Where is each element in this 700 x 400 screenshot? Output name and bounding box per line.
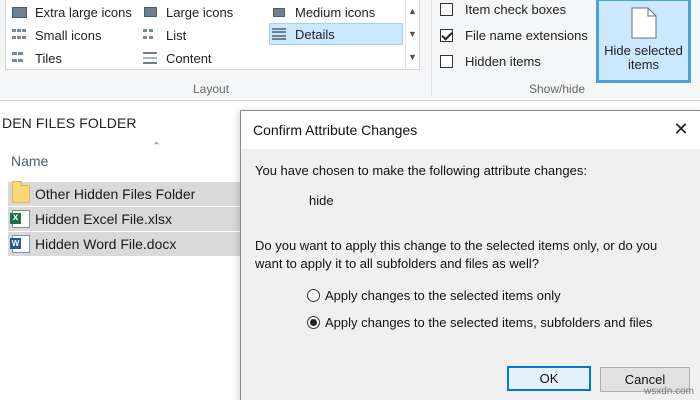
dialog-title: Confirm Attribute Changes [253,122,418,138]
name-column-header[interactable]: Name [11,153,48,169]
file-name: Hidden Excel File.xlsx [35,211,172,227]
hide-selected-label: Hide selected [604,43,683,58]
file-name-extensions-toggle[interactable]: File name extensions [440,24,588,46]
file-name-extensions-checkbox[interactable] [440,28,453,42]
breadcrumb[interactable]: DEN FILES FOLDER [2,115,137,131]
small-icons-icon [10,27,28,43]
confirm-attribute-changes-dialog: Confirm Attribute Changes ✕ You have cho… [240,110,700,400]
large-icons-icon [141,4,159,20]
layout-list[interactable]: List [141,24,186,46]
word-file-icon [10,235,30,253]
ok-button[interactable]: OK [507,366,591,391]
radio-label: Apply changes to the selected items, sub… [325,315,653,330]
document-icon [631,7,656,39]
excel-file-icon [10,210,30,228]
layout-option-label: Details [295,26,335,42]
checkbox-label: Hidden items [465,53,541,69]
layout-option-label: Small icons [35,27,102,43]
item-check-boxes-checkbox[interactable] [440,2,453,16]
layout-medium-icons[interactable]: Medium icons [270,1,375,23]
gallery-up-icon[interactable]: ▲ [408,6,417,16]
hidden-items-toggle[interactable]: Hidden items [440,50,541,72]
checkbox-label: File name extensions [465,27,588,43]
layout-option-label: Medium icons [295,4,376,20]
layout-gallery: Extra large icons Large icons Medium ico… [5,0,420,70]
dialog-title-bar[interactable]: Confirm Attribute Changes ✕ [241,111,700,149]
layout-option-label: Large icons [166,4,234,20]
item-check-boxes-toggle[interactable]: Item check boxes [440,0,566,20]
list-icon [141,27,159,43]
layout-small-icons[interactable]: Small icons [10,24,101,46]
ribbon: Extra large icons Large icons Medium ico… [0,0,700,101]
details-icon [270,26,288,42]
dialog-footer: OK Cancel [241,356,700,400]
layout-option-label: Extra large icons [35,4,132,20]
group-divider [431,0,432,96]
layout-option-label: List [166,27,187,43]
layout-details[interactable]: Details [269,23,403,45]
sort-ascending-icon: ⌃ [152,141,162,153]
apply-selected-only-option[interactable]: Apply changes to the selected items only [307,288,561,303]
hide-selected-label-items: items [627,57,660,72]
folder-icon [12,181,30,203]
gallery-down-icon[interactable]: ▼ [408,29,417,39]
file-row[interactable]: Other Hidden Files Folder [8,181,240,206]
file-row[interactable]: Hidden Excel File.xlsx [8,207,240,231]
layout-option-label: Tiles [35,50,62,66]
watermark: wsxdn.com [643,386,694,397]
content-icon [141,50,159,66]
dialog-question-line-1: Do you want to apply this change to the … [255,238,658,253]
layout-option-label: Content [166,50,212,66]
medium-icons-icon [270,4,288,20]
show-hide-group-label: Show/hide [529,82,586,96]
layout-extra-large-icons[interactable]: Extra large icons [10,1,132,23]
extra-large-icons-icon [10,4,28,20]
radio-subfolders-and-files[interactable] [307,316,320,329]
apply-subfolders-option[interactable]: Apply changes to the selected items, sub… [307,315,652,330]
file-name: Other Hidden Files Folder [35,186,196,202]
hide-selected-items-button[interactable]: Hide selected items [596,0,691,83]
close-icon[interactable]: ✕ [671,119,691,139]
layout-group-label: Layout [193,82,230,96]
gallery-scroll[interactable]: ▲ ▼ ▼ [405,0,419,69]
file-row[interactable]: Hidden Word File.docx [8,232,240,256]
attribute-change-value: hide [309,193,334,208]
hidden-items-checkbox[interactable] [440,54,453,68]
radio-selected-only[interactable] [307,289,320,302]
gallery-more-icon[interactable]: ▼ [408,52,417,62]
layout-content[interactable]: Content [141,47,212,69]
radio-label: Apply changes to the selected items only [325,288,561,303]
layout-large-icons[interactable]: Large icons [141,1,233,23]
checkbox-label: Item check boxes [465,1,567,17]
tiles-icon [10,50,28,66]
dialog-intro-text: You have chosen to make the following at… [255,163,587,178]
layout-tiles[interactable]: Tiles [10,47,62,69]
file-name: Hidden Word File.docx [35,236,177,252]
dialog-question-line-2: want to apply it to all subfolders and f… [255,256,539,271]
